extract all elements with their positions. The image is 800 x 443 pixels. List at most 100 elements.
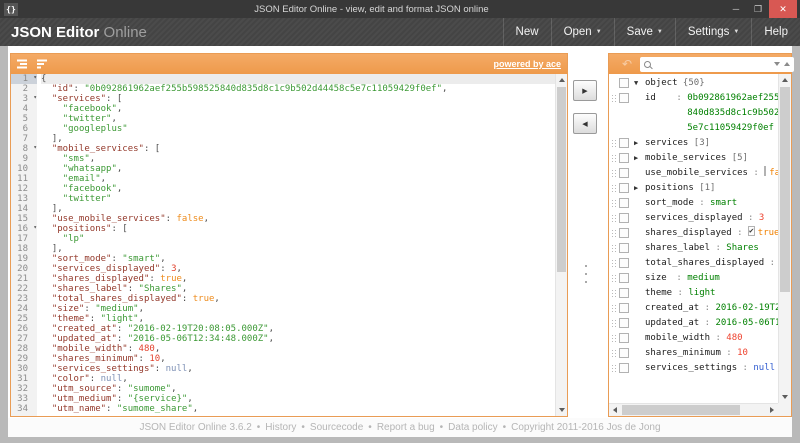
scroll-up-icon[interactable] <box>779 74 791 86</box>
code-line[interactable]: "twitter" <box>41 194 555 204</box>
code-line[interactable]: "googleplus" <box>41 124 555 134</box>
value-checkbox[interactable] <box>764 166 766 176</box>
row-checkbox[interactable] <box>619 183 629 193</box>
row-checkbox[interactable] <box>619 258 629 268</box>
field-name[interactable]: use_mobile_services <box>645 166 748 181</box>
scroll-down-icon[interactable] <box>779 391 791 403</box>
scroll-right-icon[interactable] <box>766 404 778 416</box>
scroll-left-icon[interactable] <box>609 404 621 416</box>
row-checkbox[interactable] <box>619 228 629 238</box>
code-line[interactable]: "id": "0b092861962aef255b598525840d835d8… <box>41 84 555 94</box>
tree-row[interactable]: ▶mobile_services [5] <box>609 151 778 166</box>
drag-handle[interactable] <box>609 316 619 331</box>
code-line[interactable]: { <box>41 74 555 84</box>
tree-row[interactable]: ▶positions [1] <box>609 181 778 196</box>
field-name[interactable]: mobile_services <box>645 151 726 166</box>
tree-row[interactable]: theme : light <box>609 286 778 301</box>
minimize-button[interactable]: ─ <box>725 0 747 18</box>
menu-open[interactable]: Open▼ <box>551 18 614 46</box>
code-line[interactable]: "facebook", <box>41 104 555 114</box>
row-checkbox[interactable] <box>619 198 629 208</box>
search-input[interactable] <box>654 59 771 69</box>
drag-handle[interactable] <box>609 181 619 196</box>
drag-handle[interactable] <box>609 346 619 361</box>
code-editor[interactable]: 1▾23▾45678▾910111213141516▾1718192021222… <box>11 74 567 416</box>
row-checkbox[interactable] <box>619 363 629 373</box>
code-line[interactable]: "facebook", <box>41 184 555 194</box>
field-value[interactable]: 3 <box>759 211 778 226</box>
search-next-icon[interactable] <box>774 62 780 66</box>
compact-json-icon[interactable] <box>37 58 50 70</box>
field-name[interactable]: mobile_width <box>645 331 710 346</box>
drag-handle[interactable] <box>609 136 619 151</box>
code-line[interactable]: "updated_at": "2016-05-06T12:34:48.000Z"… <box>41 334 555 344</box>
expand-icon[interactable]: ▶ <box>634 181 645 196</box>
code-line[interactable]: "created_at": "2016-02-19T20:08:05.000Z"… <box>41 324 555 334</box>
field-name[interactable]: updated_at <box>645 316 699 331</box>
code-line[interactable]: "whatsapp", <box>41 164 555 174</box>
tree-row[interactable]: total_shares_displayed : ✔true <box>609 256 778 271</box>
code-line[interactable]: ], <box>41 204 555 214</box>
code-line[interactable]: "utm_name": "sumome_share", <box>41 404 555 414</box>
tree-row[interactable]: shares_label : Shares <box>609 241 778 256</box>
field-name[interactable]: shares_label <box>645 241 710 256</box>
row-checkbox[interactable] <box>619 333 629 343</box>
tree-row[interactable]: ▶services [3] <box>609 136 778 151</box>
field-name[interactable]: sort_mode <box>645 196 694 211</box>
field-value[interactable]: 480 <box>726 331 778 346</box>
field-name[interactable]: services <box>645 136 688 151</box>
scrollbar-thumb[interactable] <box>780 87 790 292</box>
drag-handle[interactable] <box>609 151 619 166</box>
menu-new[interactable]: New <box>503 18 551 46</box>
code-line[interactable]: "shares_displayed": true, <box>41 274 555 284</box>
search-previous-icon[interactable] <box>784 62 790 66</box>
scroll-up-icon[interactable] <box>556 74 567 86</box>
row-checkbox[interactable] <box>619 273 629 283</box>
field-value[interactable]: true <box>758 226 778 241</box>
tree-row[interactable]: size : medium <box>609 271 778 286</box>
field-name[interactable]: theme <box>645 286 672 301</box>
tree-row[interactable]: mobile_width : 480 <box>609 331 778 346</box>
drag-handle[interactable] <box>609 331 619 346</box>
collapse-icon[interactable]: ▼ <box>634 76 645 91</box>
row-checkbox[interactable] <box>619 303 629 313</box>
code-line[interactable]: ], <box>41 244 555 254</box>
field-name[interactable]: positions <box>645 181 694 196</box>
footer-link[interactable]: Sourcecode <box>310 422 363 433</box>
code-line[interactable]: "theme": "light", <box>41 314 555 324</box>
field-name[interactable]: shares_minimum <box>645 346 721 361</box>
field-value[interactable]: smart <box>710 196 778 211</box>
row-checkbox[interactable] <box>619 78 629 88</box>
tree-row[interactable]: created_at : 2016-02-19T20:08:05.000Z <box>609 301 778 316</box>
row-checkbox[interactable] <box>619 288 629 298</box>
field-value[interactable]: 2016-05-06T12:34:48.000Z <box>715 316 778 331</box>
field-value[interactable]: null <box>753 361 778 376</box>
panel-splitter-handle[interactable] <box>585 265 588 289</box>
drag-handle[interactable] <box>609 301 619 316</box>
code-line[interactable]: "use_mobile_services": false, <box>41 214 555 224</box>
tree-row[interactable]: services_settings : null <box>609 361 778 376</box>
field-name[interactable]: size <box>645 271 671 286</box>
menu-settings[interactable]: Settings▼ <box>675 18 752 46</box>
code-line[interactable]: "mobile_services": [ <box>41 144 555 154</box>
field-value[interactable]: 2016-02-19T20:08:05.000Z <box>715 301 778 316</box>
tree-vertical-scrollbar[interactable] <box>778 74 791 403</box>
tree-row[interactable]: shares_minimum : 10 <box>609 346 778 361</box>
close-button[interactable]: ✕ <box>769 0 797 18</box>
code-line[interactable]: "positions": [ <box>41 224 555 234</box>
field-name[interactable]: total_shares_displayed <box>645 256 764 271</box>
code-line[interactable]: "shares_label": "Shares", <box>41 284 555 294</box>
format-json-icon[interactable] <box>17 58 30 70</box>
row-checkbox[interactable] <box>619 348 629 358</box>
drag-handle[interactable] <box>609 361 619 376</box>
drag-handle[interactable] <box>609 166 619 181</box>
code-line[interactable]: "email", <box>41 174 555 184</box>
menu-help[interactable]: Help <box>751 18 800 46</box>
field-value[interactable]: 10 <box>737 346 778 361</box>
code-line[interactable]: "services_displayed": 3, <box>41 264 555 274</box>
editor-vertical-scrollbar[interactable] <box>555 74 567 416</box>
code-line[interactable]: "utm_medium": "{service}", <box>41 394 555 404</box>
drag-handle[interactable] <box>609 241 619 256</box>
copy-to-code-button[interactable]: ◀ <box>573 113 597 134</box>
tree-row[interactable]: ▼object {50} <box>609 76 778 91</box>
